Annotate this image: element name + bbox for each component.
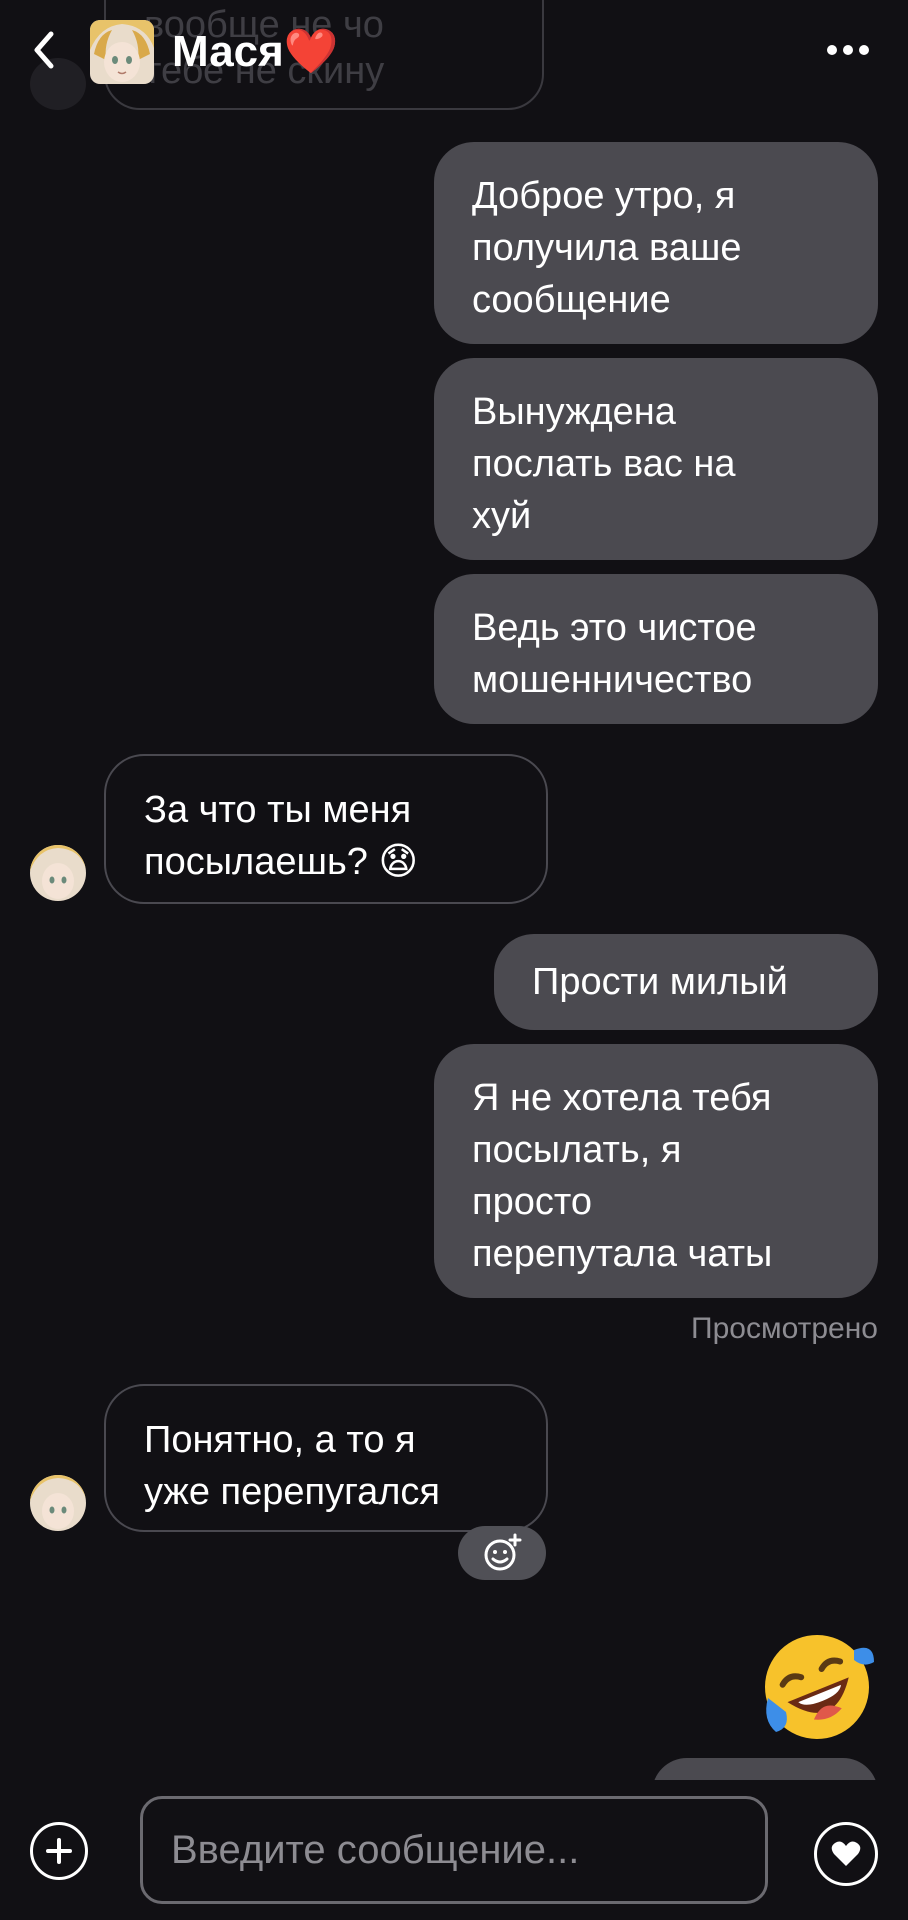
message-line: перепутала чаты bbox=[472, 1233, 773, 1275]
chat-screen: вообще не чо тебе не скину Мася❤️ Доброе… bbox=[0, 0, 908, 1920]
outgoing-message[interactable]: Прости милый bbox=[494, 934, 878, 1030]
message-line: получила ваше bbox=[472, 227, 742, 269]
outgoing-message[interactable]: Я не хотела тебя посылать, я просто пере… bbox=[434, 1044, 878, 1298]
message-line: уже перепугался bbox=[144, 1471, 441, 1513]
attach-button[interactable] bbox=[30, 1822, 88, 1880]
incoming-message[interactable]: За что ты меня посылаешь? 😧 bbox=[104, 754, 548, 904]
add-reaction-button[interactable] bbox=[458, 1526, 546, 1580]
message-input[interactable] bbox=[140, 1796, 768, 1904]
heart-emoji: ❤️ bbox=[283, 27, 339, 76]
message-line: хуй bbox=[472, 495, 532, 537]
message-line: посылать, я bbox=[472, 1129, 682, 1171]
message-line: Прости милый bbox=[532, 961, 788, 1003]
add-reaction-icon bbox=[484, 1533, 522, 1571]
message-composer bbox=[0, 1780, 908, 1920]
sender-avatar[interactable] bbox=[30, 845, 86, 901]
message-line: Ведь это чистое bbox=[472, 607, 757, 649]
message-line: Понятно, а то я bbox=[144, 1419, 416, 1461]
message-line: Я не хотела тебя bbox=[472, 1077, 772, 1119]
seen-status: Просмотрено bbox=[691, 1312, 878, 1345]
contact-name-text: Мася bbox=[172, 27, 284, 76]
message-line: Вынуждена bbox=[472, 391, 676, 433]
more-horizontal-icon bbox=[827, 45, 869, 55]
message-line: посылаешь? 😧 bbox=[144, 841, 419, 883]
message-line: Доброе утро, я bbox=[472, 175, 736, 217]
outgoing-message[interactable]: Вынуждена послать вас на хуй bbox=[434, 358, 878, 560]
outgoing-message[interactable]: Ведь это чистое мошенничество bbox=[434, 574, 878, 724]
plus-icon bbox=[46, 1838, 72, 1864]
like-button[interactable] bbox=[814, 1822, 878, 1886]
message-line: просто bbox=[472, 1181, 592, 1223]
incoming-message[interactable]: Понятно, а то я уже перепугался bbox=[104, 1384, 548, 1532]
message-line: мошенничество bbox=[472, 659, 753, 701]
chat-header: Мася❤️ bbox=[0, 0, 908, 110]
message-line: послать вас на bbox=[472, 443, 736, 485]
message-line: За что ты меня bbox=[144, 789, 412, 831]
message-line: сообщение bbox=[472, 279, 671, 321]
contact-avatar[interactable] bbox=[90, 20, 154, 84]
sender-avatar[interactable] bbox=[30, 1475, 86, 1531]
heart-icon bbox=[831, 1841, 861, 1866]
more-options-button[interactable] bbox=[818, 30, 878, 70]
chevron-left-icon bbox=[34, 31, 54, 69]
outgoing-message[interactable]: Доброе утро, я получила ваше сообщение bbox=[434, 142, 878, 344]
contact-name[interactable]: Мася❤️ bbox=[172, 26, 339, 78]
back-button[interactable] bbox=[22, 22, 66, 78]
rofl-emoji-message[interactable] bbox=[758, 1628, 876, 1746]
